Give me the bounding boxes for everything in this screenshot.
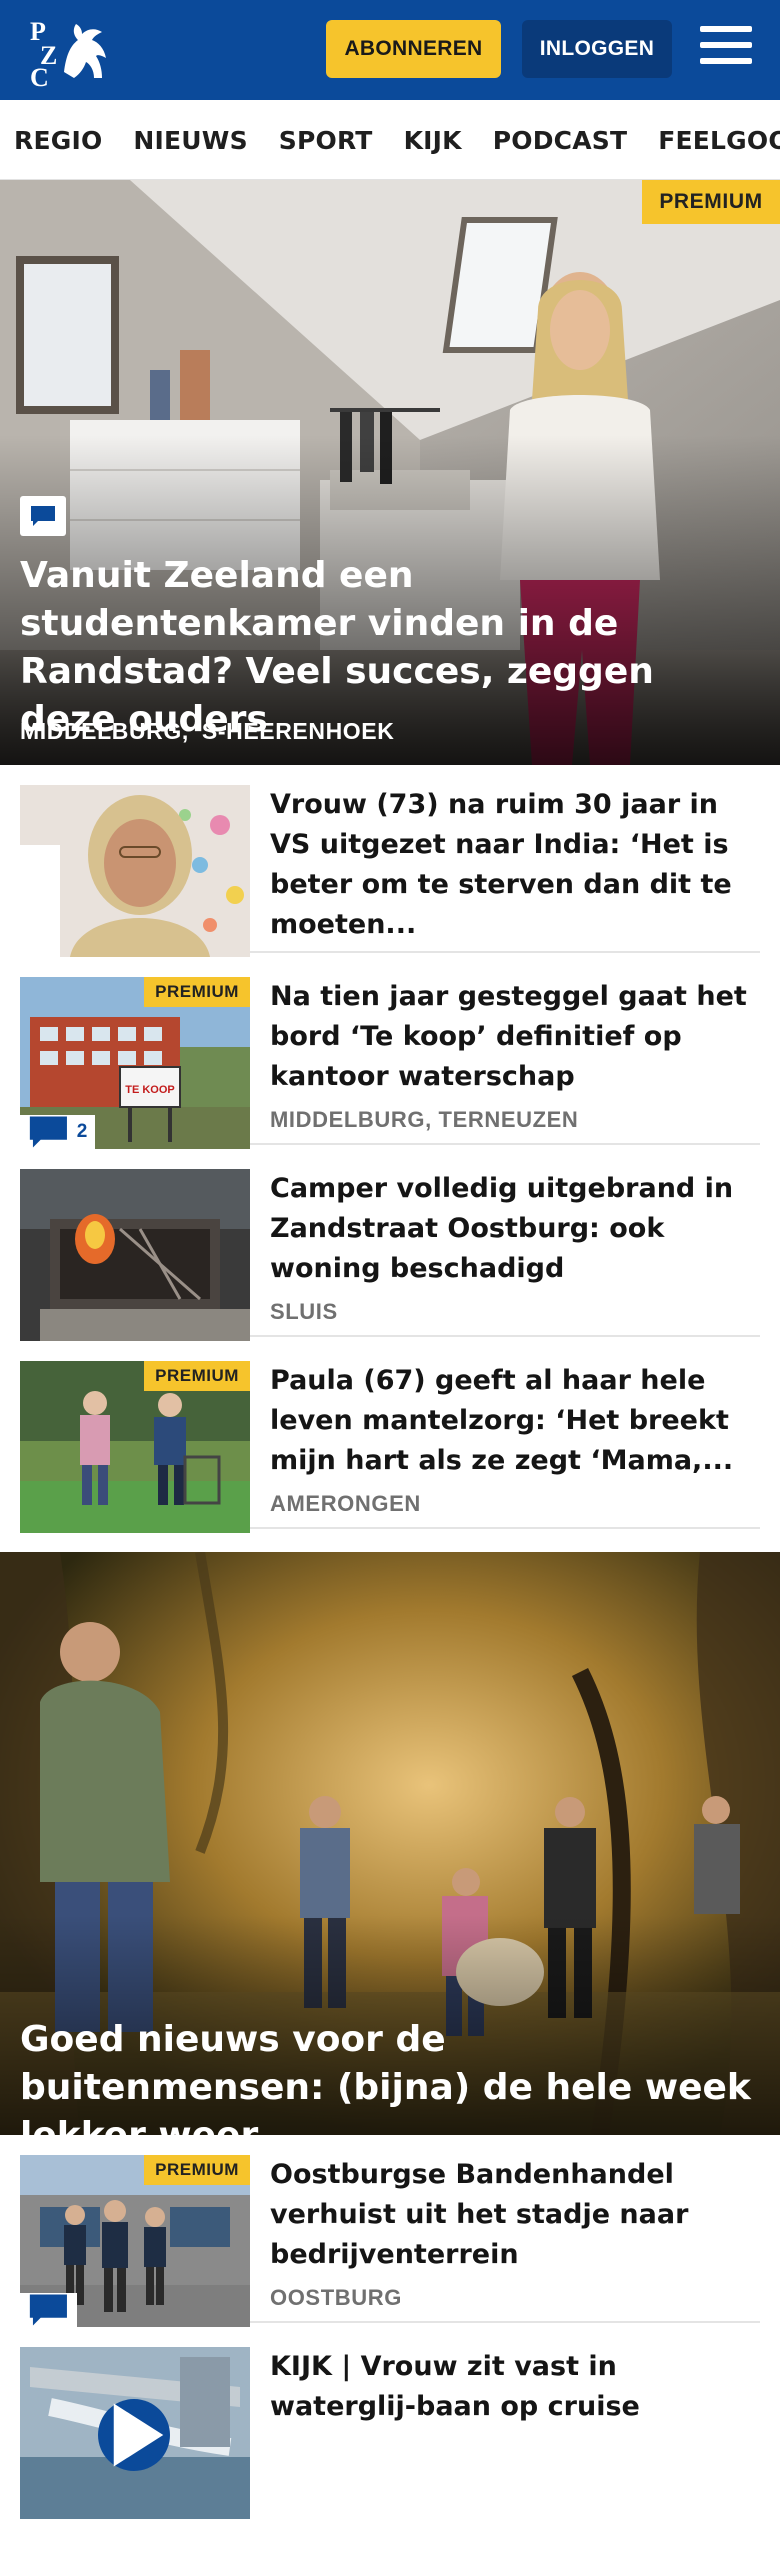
article-thumbnail: PREMIUM [20, 1361, 250, 1533]
article-thumbnail [20, 785, 250, 957]
comment-icon [29, 2294, 67, 2326]
pzc-logo[interactable]: P Z C [26, 12, 116, 92]
article-item[interactable]: Camper volledig uitgebrand in Zandstraat… [20, 1149, 760, 1341]
feature-headline[interactable]: Goed nieuws voor de buitenmensen: (bijna… [20, 2016, 760, 2135]
comment-icon [20, 496, 66, 536]
premium-badge: PREMIUM [642, 180, 780, 224]
play-button[interactable] [98, 2399, 170, 2471]
article-thumbnail [20, 1169, 250, 1341]
article-thumbnail: TE KOOP PREMIUM 2 [20, 977, 250, 1149]
comment-count-value: 2 [76, 1121, 88, 1142]
svg-text:C: C [30, 63, 49, 88]
article-headline[interactable]: Na tien jaar gesteggel gaat het bord ‘Te… [270, 977, 760, 1097]
sign-text: TE KOOP [125, 1084, 175, 1096]
hero-article[interactable]: PREMIUM Vanuit Zeeland een studentenkame… [0, 180, 780, 765]
comment-icon [29, 1116, 67, 1148]
article-item[interactable]: TE KOOP PREMIUM 2 Na tien jaar gesteggel… [20, 957, 760, 1149]
nav-item-feelgood[interactable]: FEELGOOD [658, 126, 780, 155]
article-item[interactable]: PREMIUM Oostburgse Bandenhandel verhuist… [20, 2135, 760, 2327]
article-location: SLUIS [270, 1299, 338, 1324]
nav-item-sport[interactable]: SPORT [279, 126, 373, 155]
section-nav: REGIO NIEUWS SPORT KIJK PODCAST FEELGOOD… [0, 100, 780, 180]
nav-item-nieuws[interactable]: NIEUWS [133, 126, 247, 155]
premium-badge: PREMIUM [144, 1361, 250, 1391]
article-location: OOSTBURG [270, 2285, 402, 2310]
comment-button[interactable] [20, 2293, 77, 2327]
nav-item-kijk[interactable]: KIJK [404, 126, 462, 155]
premium-badge: PREMIUM [144, 977, 250, 1007]
article-headline[interactable]: Vrouw (73) na ruim 30 jaar in VS uitgeze… [270, 785, 760, 945]
article-headline[interactable]: Camper volledig uitgebrand in Zandstraat… [270, 1169, 760, 1289]
play-icon [113, 2403, 164, 2467]
login-button[interactable]: INLOGGEN [522, 20, 672, 78]
nav-item-podcast[interactable]: PODCAST [493, 126, 627, 155]
article-item[interactable]: Vrouw (73) na ruim 30 jaar in VS uitgeze… [20, 765, 760, 957]
hamburger-menu-icon[interactable] [700, 26, 752, 72]
article-item[interactable]: PREMIUM Paula (67) geeft al haar hele le… [20, 1341, 760, 1533]
comment-count[interactable]: 2 [20, 1115, 96, 1149]
article-headline[interactable]: Oostburgse Bandenhandel verhuist uit het… [270, 2155, 760, 2275]
nav-item-regio[interactable]: REGIO [14, 126, 102, 155]
article-headline[interactable]: KIJK | Vrouw zit vast in waterglij-baan … [270, 2347, 760, 2427]
article-item[interactable]: KIJK | Vrouw zit vast in waterglij-baan … [20, 2327, 760, 2519]
subscribe-button[interactable]: ABONNEREN [326, 20, 501, 78]
article-thumbnail [20, 2347, 250, 2519]
article-location: MIDDELBURG, TERNEUZEN [270, 1107, 579, 1132]
hero-location: MIDDELBURG, 'S-HEERENHOEK [20, 718, 395, 744]
article-location: AMERONGEN [270, 1491, 421, 1516]
article-thumbnail: PREMIUM [20, 2155, 250, 2327]
feature-article[interactable]: Goed nieuws voor de buitenmensen: (bijna… [0, 1552, 780, 2135]
hero-headline[interactable]: Vanuit Zeeland een studentenkamer vinden… [20, 552, 760, 744]
top-bar: P Z C ABONNEREN INLOGGEN [0, 0, 780, 100]
premium-badge: PREMIUM [144, 2155, 250, 2185]
article-headline[interactable]: Paula (67) geeft al haar hele leven mant… [270, 1361, 760, 1481]
